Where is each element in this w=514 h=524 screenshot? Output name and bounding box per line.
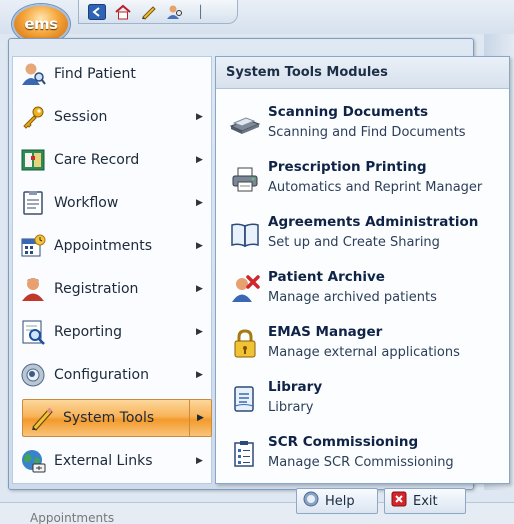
menu-item-configuration[interactable]: Configuration ▶ — [14, 356, 210, 394]
configuration-icon — [18, 360, 48, 390]
scanner-icon — [228, 108, 262, 140]
submenu-item-agreements-administration[interactable]: Agreements Administration Set up and Cre… — [222, 212, 506, 264]
submenu-item-title: SCR Commissioning — [268, 434, 419, 450]
quick-access-toolbar: │ — [78, 0, 238, 24]
submenu-item-description: Library — [268, 400, 314, 415]
help-button[interactable]: Help — [296, 488, 378, 514]
scr-icon — [228, 438, 262, 470]
menu-item-session[interactable]: Session ▶ — [14, 98, 210, 136]
menu-item-label: External Links — [54, 453, 153, 469]
reporting-icon — [18, 317, 48, 347]
submenu-arrow-icon: ▶ — [196, 112, 203, 122]
menu-item-label: Care Record — [54, 152, 140, 168]
system-tools-submenu: System Tools Modules Scanning Documents … — [215, 56, 510, 484]
submenu-item-title: EMAS Manager — [268, 324, 383, 340]
submenu-arrow-icon: ▶ — [189, 400, 211, 436]
calendar-icon — [18, 231, 48, 261]
key-icon — [18, 102, 48, 132]
submenu-arrow-icon: ▶ — [196, 284, 203, 294]
submenu-item-prescription-printing[interactable]: Prescription Printing Automatics and Rep… — [222, 157, 506, 209]
menu-item-registration[interactable]: Registration ▶ — [14, 270, 210, 308]
menu-item-label: Configuration — [54, 367, 149, 383]
menu-item-label: Appointments — [54, 238, 153, 254]
archive-patient-icon — [228, 273, 262, 305]
submenu-item-description: Set up and Create Sharing — [268, 235, 440, 250]
submenu-item-description: Scanning and Find Documents — [268, 125, 466, 140]
menu-item-care-record[interactable]: Care Record ▶ — [14, 141, 210, 179]
menu-item-appointments[interactable]: Appointments ▶ — [14, 227, 210, 265]
submenu-item-title: Patient Archive — [268, 269, 385, 285]
submenu-title: System Tools Modules — [216, 57, 509, 89]
printer-icon — [228, 163, 262, 195]
pencil-icon — [27, 403, 57, 433]
menu-item-workflow[interactable]: Workflow ▶ — [14, 184, 210, 222]
logo-text: ems — [24, 15, 58, 33]
submenu-item-title: Scanning Documents — [268, 104, 429, 120]
submenu-arrow-icon: ▶ — [196, 198, 203, 208]
submenu-item-description: Manage archived patients — [268, 290, 437, 305]
background-status-text: Appointments — [30, 511, 115, 524]
book-icon — [228, 218, 262, 250]
submenu-item-description: Manage external applications — [268, 345, 460, 360]
menu-item-external-links[interactable]: External Links ▶ — [14, 442, 210, 480]
submenu-item-title: Agreements Administration — [268, 214, 479, 230]
submenu-arrow-icon: ▶ — [196, 241, 203, 251]
exit-button[interactable]: Exit — [384, 488, 466, 514]
submenu-item-patient-archive[interactable]: Patient Archive Manage archived patients — [222, 267, 506, 319]
globe-icon — [18, 446, 48, 476]
library-icon — [228, 383, 262, 415]
submenu-arrow-icon: ▶ — [196, 155, 203, 165]
padlock-icon — [228, 328, 262, 360]
submenu-item-description: Automatics and Reprint Manager — [268, 180, 483, 195]
help-label: Help — [325, 493, 355, 509]
care-record-icon — [18, 145, 48, 175]
menu-item-system-tools[interactable]: System Tools ▶ — [22, 399, 212, 437]
submenu-item-scanning-documents[interactable]: Scanning Documents Scanning and Find Doc… — [222, 102, 506, 154]
exit-icon — [391, 491, 407, 511]
workflow-icon — [18, 188, 48, 218]
submenu-item-scr-commissioning[interactable]: SCR Commissioning Manage SCR Commissioni… — [222, 432, 506, 484]
toolbar-customize[interactable]: │ — [197, 5, 204, 19]
menu-item-label: Registration — [54, 281, 139, 297]
submenu-arrow-icon: ▶ — [196, 456, 203, 466]
menu-item-reporting[interactable]: Reporting ▶ — [14, 313, 210, 351]
menu-item-find-patient[interactable]: Find Patient — [14, 55, 210, 93]
submenu-item-emas-manager[interactable]: EMAS Manager Manage external application… — [222, 322, 506, 374]
pencil-icon[interactable] — [139, 3, 159, 21]
menu-item-label: Session — [54, 109, 108, 125]
submenu-item-library[interactable]: Library Library — [222, 377, 506, 429]
find-patient-icon — [18, 59, 48, 89]
submenu-item-title: Library — [268, 379, 323, 395]
menu-item-label: Workflow — [54, 195, 119, 211]
help-icon — [303, 491, 319, 511]
submenu-arrow-icon: ▶ — [196, 370, 203, 380]
submenu-arrow-icon: ▶ — [196, 327, 203, 337]
back-arrow-icon[interactable] — [87, 3, 107, 21]
exit-label: Exit — [413, 493, 438, 509]
submenu-item-title: Prescription Printing — [268, 159, 427, 175]
patient-search-icon[interactable] — [165, 3, 185, 21]
home-icon[interactable] — [113, 3, 133, 21]
registration-icon — [18, 274, 48, 304]
menu-item-label: Reporting — [54, 324, 123, 340]
menu-item-label: Find Patient — [54, 66, 136, 82]
submenu-item-description: Manage SCR Commissioning — [268, 455, 454, 470]
